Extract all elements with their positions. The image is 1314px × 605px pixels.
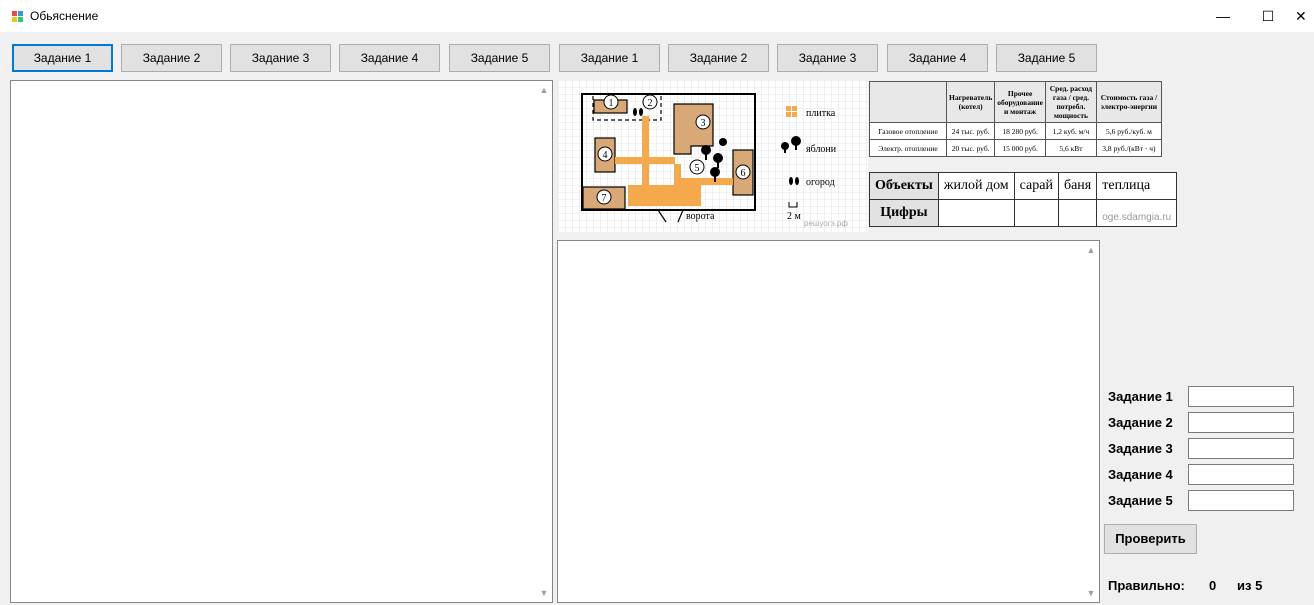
left-scrollbar[interactable]: ▲ ▼ (536, 81, 552, 602)
answer-label-2: Задание 2 (1108, 415, 1173, 430)
cost-header-equipment: Прочее оборудование и монтаж (994, 81, 1046, 123)
objects-header: Объекты (869, 172, 939, 200)
tab-right-task-4[interactable]: Задание 4 (887, 44, 988, 72)
object-name: сарай (1013, 172, 1059, 200)
plan-image: 1 2 3 4 5 6 7 ворота плитка яблони огоро… (558, 80, 868, 232)
cost-header-price: Стоимость газа / электро-энергии (1095, 81, 1162, 123)
cost-table: Нагреватель (котел) Прочее оборудование … (869, 81, 1162, 157)
object-name: баня (1057, 172, 1098, 200)
task-textbox[interactable]: ▲ ▼ (557, 240, 1100, 603)
minimize-button[interactable]: — (1203, 4, 1243, 28)
cost-header-empty (869, 81, 947, 123)
table-cell: 24 тыс. руб. (945, 122, 996, 140)
tab-left-task-1[interactable]: Задание 1 (12, 44, 113, 72)
table-cell: 5,6 кВт (1044, 139, 1097, 157)
digit-cell (1057, 199, 1098, 227)
scale-label: 2 м (787, 211, 802, 222)
answer-label-4: Задание 4 (1108, 467, 1173, 482)
answer-input-5[interactable] (1188, 490, 1294, 511)
legend-tile-label: плитка (806, 108, 836, 119)
answer-label-3: Задание 3 (1108, 441, 1173, 456)
digit-cell (937, 199, 1015, 227)
table-cell: 1,2 куб. м/ч (1044, 122, 1097, 140)
plan-number-5: 5 (695, 163, 700, 174)
plan-number-4: 4 (603, 150, 608, 161)
close-button[interactable]: ✕ (1295, 4, 1314, 28)
app-icon (12, 11, 23, 22)
plan-number-1: 1 (609, 98, 614, 109)
table-cell: 20 тыс. руб. (945, 139, 996, 157)
answer-input-3[interactable] (1188, 438, 1294, 459)
answer-input-4[interactable] (1188, 464, 1294, 485)
answer-label-5: Задание 5 (1108, 493, 1173, 508)
objects-table: Объекты жилой дом сарай баня теплица Циф… (869, 172, 1178, 227)
plan-drawing: 1 2 3 4 5 6 7 ворота плитка яблони огоро… (558, 80, 868, 232)
scroll-down-icon[interactable]: ▼ (539, 588, 549, 598)
plan-number-7: 7 (602, 193, 607, 204)
table-row: Газовое отопление 24 тыс. руб. 18 280 ру… (869, 122, 1162, 140)
objects-watermark: oge.sdamgia.ru (1096, 199, 1178, 227)
explanation-textbox[interactable]: ▲ ▼ (10, 80, 553, 603)
digits-row-label: Цифры (869, 199, 939, 227)
plan-number-2: 2 (648, 98, 653, 109)
tab-left-task-2[interactable]: Задание 2 (121, 44, 222, 72)
plan-number-6: 6 (741, 168, 746, 179)
legend-apples-label: яблони (806, 144, 837, 155)
tab-left-task-5[interactable]: Задание 5 (449, 44, 550, 72)
maximize-button[interactable]: ☐ (1248, 4, 1288, 28)
right-scrollbar[interactable]: ▲ ▼ (1083, 241, 1099, 602)
gate-label: ворота (686, 211, 715, 222)
tab-right-task-5[interactable]: Задание 5 (996, 44, 1097, 72)
scroll-up-icon[interactable]: ▲ (539, 85, 549, 95)
object-name: жилой дом (937, 172, 1015, 200)
tab-left-task-4[interactable]: Задание 4 (339, 44, 440, 72)
window-title: Обьяснение (30, 9, 99, 23)
cost-header-consumption: Сред. расход газа / сред. потребл. мощно… (1044, 81, 1097, 123)
table-cell: 3,8 руб./(кВт · ч) (1095, 139, 1162, 157)
result-label: Правильно: (1108, 578, 1185, 593)
answer-input-1[interactable] (1188, 386, 1294, 407)
answer-input-2[interactable] (1188, 412, 1294, 433)
result-total: из 5 (1237, 578, 1263, 593)
digit-cell (1013, 199, 1059, 227)
check-button[interactable]: Проверить (1104, 524, 1197, 554)
scroll-down-icon[interactable]: ▼ (1086, 588, 1096, 598)
table-row: Электр. отопление 20 тыс. руб. 15 000 ру… (869, 139, 1162, 157)
table-cell: Газовое отопление (869, 122, 947, 140)
tab-right-task-2[interactable]: Задание 2 (668, 44, 769, 72)
answer-label-1: Задание 1 (1108, 389, 1173, 404)
plan-watermark: решуогэ.рф (804, 219, 848, 228)
object-name: теплица (1096, 172, 1178, 200)
cost-header-heater: Нагреватель (котел) (945, 81, 996, 123)
legend-garden-label: огород (806, 177, 835, 188)
table-cell: Электр. отопление (869, 139, 947, 157)
scroll-up-icon[interactable]: ▲ (1086, 245, 1096, 255)
tab-left-task-3[interactable]: Задание 3 (230, 44, 331, 72)
tab-right-task-3[interactable]: Задание 3 (777, 44, 878, 72)
tab-right-task-1[interactable]: Задание 1 (559, 44, 660, 72)
table-cell: 15 000 руб. (994, 139, 1046, 157)
table-cell: 18 280 руб. (994, 122, 1046, 140)
table-cell: 5,6 руб./куб. м (1095, 122, 1162, 140)
title-bar: Обьяснение — ☐ ✕ (0, 0, 1314, 32)
result-score: 0 (1209, 578, 1217, 593)
plan-number-3: 3 (701, 118, 706, 129)
